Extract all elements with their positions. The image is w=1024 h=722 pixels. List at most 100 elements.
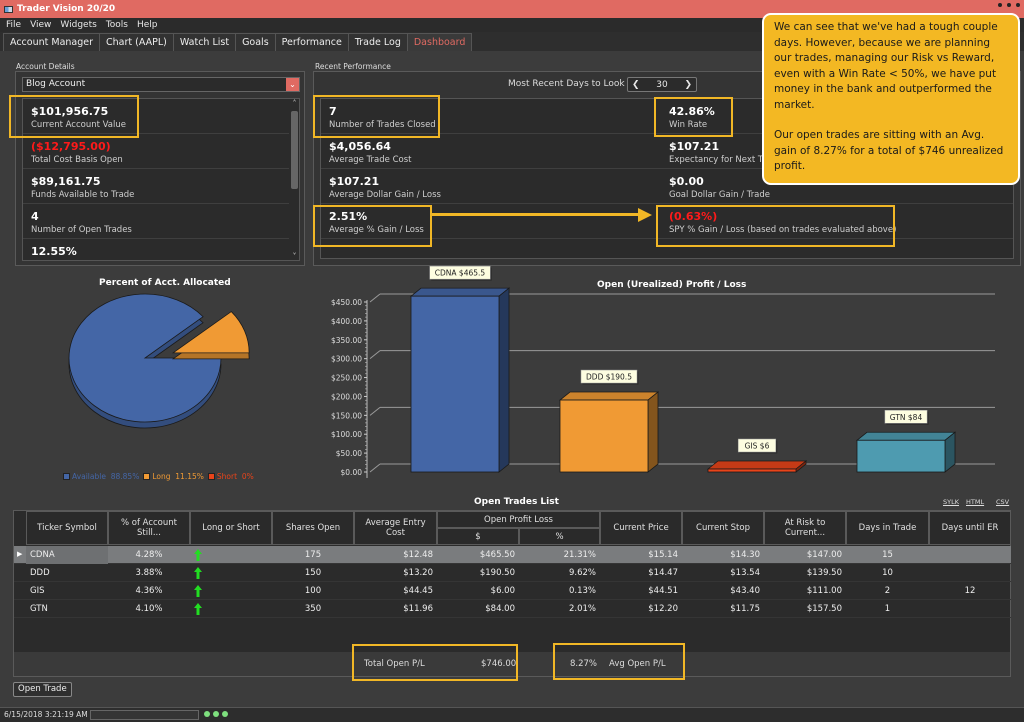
status-timestamp: 6/15/2018 3:21:19 AM <box>4 710 88 719</box>
total-open-pl-value: $746.00 <box>481 659 517 669</box>
gridline <box>369 350 381 360</box>
tab-dashboard[interactable]: Dashboard <box>406 33 473 51</box>
scroll-up-icon[interactable]: ˄ <box>289 99 299 108</box>
avg-open-pl-value: 8.27% <box>570 659 598 669</box>
legend-item-short: Short 0% <box>207 472 254 481</box>
legend-item-available: Available 88.85% <box>63 472 139 481</box>
cell-risk: $139.50 <box>806 568 842 578</box>
y-tick-label: $250.00 <box>331 374 362 383</box>
col-avg-entry[interactable]: Average Entry Cost <box>354 511 437 545</box>
col-days-until-er[interactable]: Days until ER <box>929 511 1011 545</box>
avg-open-pl-label: Avg Open P/L <box>609 659 666 669</box>
y-tick-label: $450.00 <box>331 298 362 307</box>
arrow-up-icon <box>194 549 202 561</box>
tab-trade-log[interactable]: Trade Log <box>347 33 408 51</box>
export-html-link[interactable]: HTML <box>966 498 984 506</box>
col-shares[interactable]: Shares Open <box>272 511 354 545</box>
stat-open-trades: 4 Number of Open Trades <box>23 204 289 239</box>
table-row[interactable]: GIS 4.36% 100 $44.45 $6.00 0.13% $44.51 $43.40 $… <box>14 582 1011 600</box>
cell-entry: $12.48 <box>403 550 433 560</box>
pie-slice-available <box>68 293 222 429</box>
pie-legend: Available 88.85% Long 11.15% Short 0% <box>63 472 254 481</box>
col-open-pl[interactable]: Open Profit Loss <box>437 511 600 528</box>
cell-pct: 3.88% <box>135 568 163 578</box>
tab-performance[interactable]: Performance <box>274 33 349 51</box>
table-row[interactable]: GTN 4.10% 350 $11.96 $84.00 2.01% $12.20 $11.75… <box>14 600 1011 618</box>
stat-current-account-value: $101,956.75 Current Account Value <box>23 99 289 134</box>
cell-stop: $11.75 <box>730 604 760 614</box>
tab-watch-list[interactable]: Watch List <box>172 33 237 51</box>
table-row[interactable]: DDD 3.88% 150 $13.20 $190.50 9.62% $14.47 $13.5… <box>14 564 1011 582</box>
stat-funds-available: $89,161.75 Funds Available to Trade <box>23 169 289 204</box>
stat-avg-trade-cost: $4,056.64 Average Trade Cost <box>321 134 661 169</box>
cell-pl-dollar: $84.00 <box>485 604 515 614</box>
callout-paragraph-1: We can see that we've had a tough couple… <box>774 21 998 111</box>
cell-price: $14.47 <box>648 568 678 578</box>
col-open-pl-dollar[interactable]: $ <box>437 528 519 545</box>
cell-entry: $11.96 <box>403 604 433 614</box>
col-current-stop[interactable]: Current Stop <box>682 511 764 545</box>
menu-tools[interactable]: Tools <box>106 20 128 30</box>
menu-view[interactable]: View <box>30 20 51 30</box>
export-csv-link[interactable]: CSV <box>996 498 1009 506</box>
direction-cell <box>190 600 272 618</box>
export-sylk-link[interactable]: SYLK <box>943 498 959 506</box>
scrollbar-thumb[interactable] <box>291 111 298 189</box>
account-select[interactable]: Blog Account ⌄ <box>22 77 300 92</box>
y-tick-label: $300.00 <box>331 355 362 364</box>
cell-days: 1 <box>884 604 891 614</box>
recent-performance-label: Recent Performance <box>315 62 391 71</box>
svg-text:DDD $190.5: DDD $190.5 <box>586 373 632 382</box>
y-tick-label: $350.00 <box>331 336 362 345</box>
connection-status-icon <box>204 711 228 717</box>
app-icon <box>4 5 13 13</box>
days-lookback-stepper[interactable]: ❮ 30 ❯ <box>627 77 697 92</box>
cell-shares: 100 <box>304 586 322 596</box>
chevron-left-icon[interactable]: ❮ <box>632 80 640 90</box>
cell-pl-pct: 0.13% <box>568 586 596 596</box>
scroll-down-icon[interactable]: ˅ <box>289 252 299 260</box>
cell-pl-pct: 2.01% <box>568 604 596 614</box>
window-menu-dots-icon[interactable] <box>998 3 1020 7</box>
open-pl-bar-chart: $0.00 $50.00 $100.00 $150.00 $200.00 $250.00 $… <box>331 265 995 478</box>
menu-file[interactable]: File <box>6 20 21 30</box>
table-row[interactable]: ▶ CDNA 4.28% 175 $12.48 $465.50 21.31% $15.14 $1… <box>14 546 1011 564</box>
days-lookback-value: 30 <box>656 79 668 90</box>
col-pct-account[interactable]: % of Account Still... <box>108 511 190 545</box>
col-open-pl-pct[interactable]: % <box>519 528 600 545</box>
account-stats-scrollbar[interactable]: ˄ ˅ <box>289 99 299 260</box>
allocation-pie-chart <box>68 293 250 429</box>
cell-price: $15.14 <box>648 550 678 560</box>
table-footer: Total Open P/L $746.00 8.27% Avg Open P/… <box>14 652 1010 676</box>
tab-goals[interactable]: Goals <box>235 33 276 51</box>
bar-gis <box>706 460 808 473</box>
col-ticker[interactable]: Ticker Symbol <box>26 511 108 545</box>
bar-gtn <box>855 431 957 473</box>
total-open-pl-label: Total Open P/L <box>364 659 425 669</box>
tab-chart[interactable]: Chart (AAPL) <box>99 33 174 51</box>
menu-widgets[interactable]: Widgets <box>60 20 96 30</box>
cell-pl-dollar: $190.50 <box>479 568 515 578</box>
tab-account-manager[interactable]: Account Manager <box>3 33 101 51</box>
cell-er <box>929 546 1011 564</box>
cell-er: 12 <box>964 586 976 596</box>
window-title: Trader Vision 20/20 <box>17 4 116 14</box>
col-days-in-trade[interactable]: Days in Trade <box>846 511 929 545</box>
account-stats-list: $101,956.75 Current Account Value ($12,7… <box>22 98 300 261</box>
menu-help[interactable]: Help <box>137 20 158 30</box>
open-trade-button[interactable]: Open Trade <box>13 682 72 697</box>
col-current-price[interactable]: Current Price <box>600 511 682 545</box>
cell-stop: $13.54 <box>730 568 760 578</box>
chevron-down-icon[interactable]: ⌄ <box>286 78 299 91</box>
row-selected-icon: ▶ <box>17 550 23 558</box>
col-at-risk[interactable]: At Risk to Current... <box>764 511 846 545</box>
cell-pl-dollar: $465.50 <box>479 550 515 560</box>
bar-ddd <box>558 391 660 473</box>
col-long-short[interactable]: Long or Short <box>190 511 272 545</box>
cell-days: 2 <box>884 586 891 596</box>
bar-data-label: CDNA $465.5 <box>429 265 492 281</box>
cell-pl-pct: 21.31% <box>563 550 596 560</box>
account-details-label: Account Details <box>16 62 75 71</box>
chevron-right-icon[interactable]: ❯ <box>684 80 692 90</box>
y-tick-label: $150.00 <box>331 411 362 420</box>
